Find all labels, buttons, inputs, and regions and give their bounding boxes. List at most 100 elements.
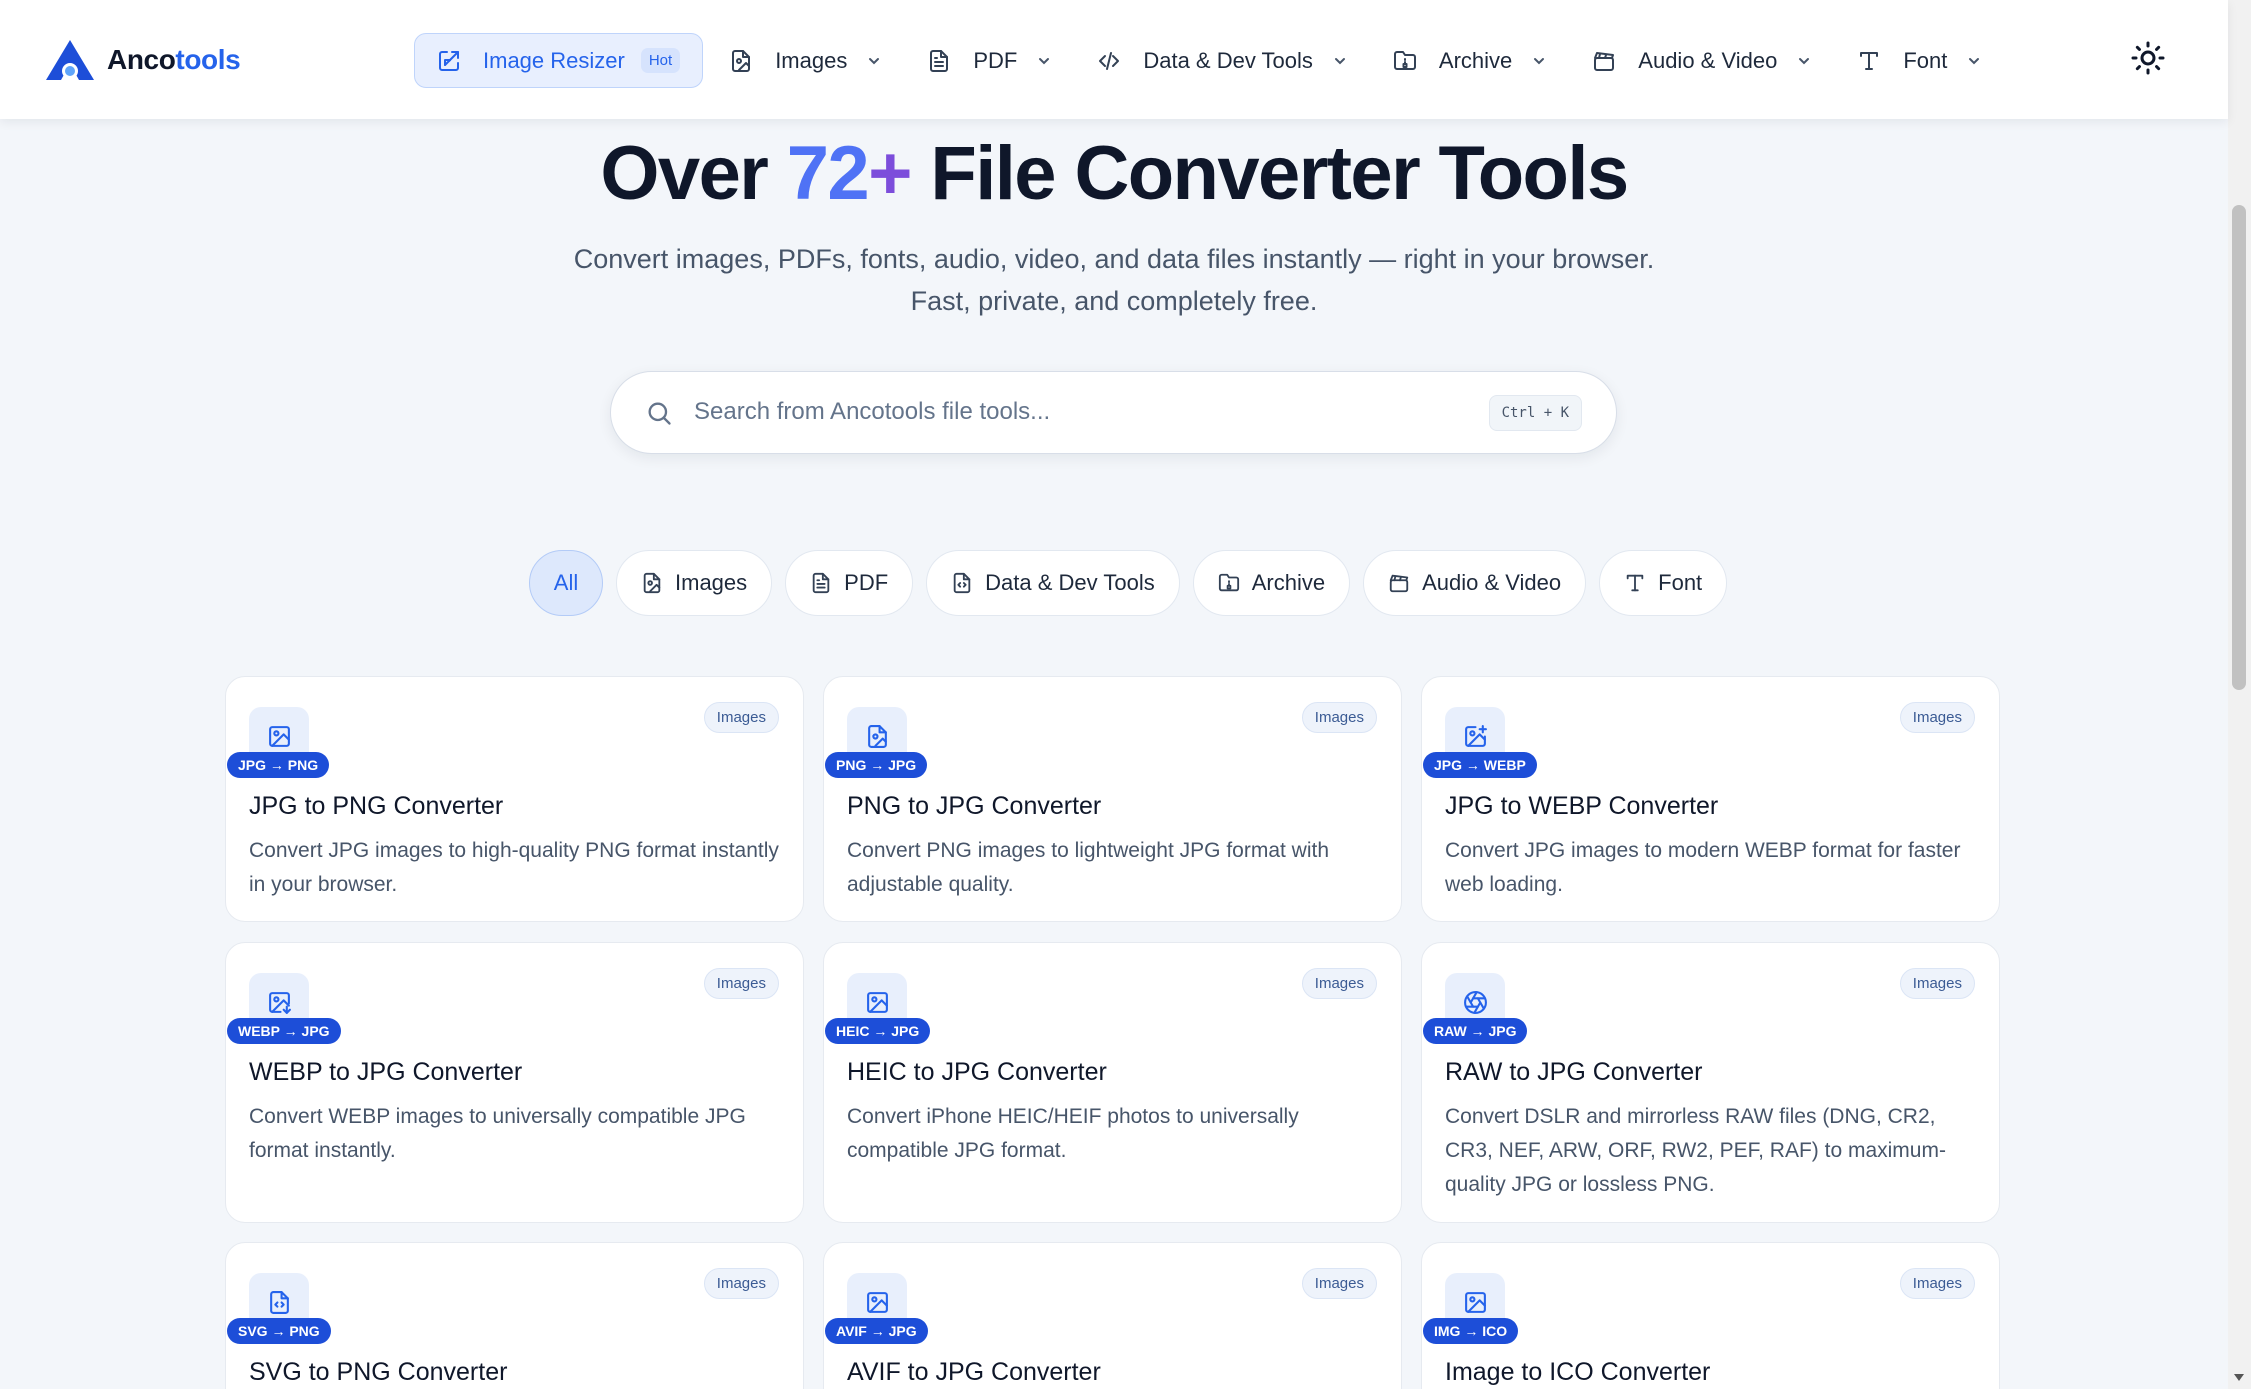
image-file-icon xyxy=(868,725,887,748)
category-tag: Images xyxy=(1899,968,1975,999)
tool-title: RAW to JPG Converter xyxy=(1445,1058,1703,1086)
tool-title: JPG to PNG Converter xyxy=(249,792,504,820)
tool-title: SVG to PNG Converter xyxy=(249,1358,508,1386)
page-title: Over 72+ File Converter Tools xyxy=(600,131,1629,216)
resize-icon xyxy=(439,50,459,71)
nav-font[interactable]: Font xyxy=(1837,33,2001,88)
tool-title: AVIF to JPG Converter xyxy=(847,1358,1101,1386)
category-tag: Images xyxy=(1899,702,1975,733)
image-icon xyxy=(867,1292,888,1313)
data-file-icon xyxy=(953,572,971,594)
clapperboard-icon xyxy=(1389,574,1409,593)
image-icon xyxy=(867,992,888,1013)
tool-title: PNG to JPG Converter xyxy=(847,792,1102,820)
ancotools-logo-icon xyxy=(46,40,94,80)
hot-badge: Hot xyxy=(640,48,681,73)
chevron-down-icon xyxy=(869,57,880,64)
category-tag: Images xyxy=(1899,1268,1975,1299)
image-file-icon xyxy=(643,572,661,594)
nav-data-dev-tools[interactable]: Data & Dev Tools xyxy=(1077,33,1367,88)
archive-folder-icon xyxy=(1393,50,1416,70)
code-icon xyxy=(1099,51,1120,70)
sun-icon[interactable] xyxy=(2130,40,2166,76)
conversion-badge: HEIC → JPG xyxy=(825,1018,931,1044)
chevron-down-icon xyxy=(1799,57,1810,64)
tool-description: Convert JPG images to high-quality PNG f… xyxy=(249,839,779,896)
chevron-down-icon xyxy=(1039,57,1050,64)
tool-description: Convert iPhone HEIC/HEIF photos to unive… xyxy=(847,1105,1299,1162)
image-icon xyxy=(269,726,290,747)
filter-audio-video[interactable]: Audio & Video xyxy=(1363,550,1587,616)
conversion-badge: JPG → WEBP xyxy=(1423,752,1537,778)
nav-image-resizer[interactable]: Image Resizer Hot xyxy=(414,33,704,88)
chevron-down-icon xyxy=(1334,57,1345,64)
tool-description: Convert DSLR and mirrorless RAW files (D… xyxy=(1445,1105,1946,1196)
category-tag: Images xyxy=(703,968,779,999)
category-tag: Images xyxy=(703,1268,779,1299)
tool-card-heic-to-jpg[interactable]: Images HEIC → JPG HEIC to JPG Converter … xyxy=(823,942,1402,1223)
conversion-badge: IMG → ICO xyxy=(1423,1318,1519,1344)
conversion-badge: SVG → PNG xyxy=(227,1318,331,1344)
aperture-icon xyxy=(1464,991,1487,1014)
clapperboard-icon xyxy=(1594,51,1615,71)
nav-pdf[interactable]: PDF xyxy=(907,33,1071,88)
type-icon xyxy=(1860,51,1879,70)
nav-label: Images xyxy=(775,47,848,73)
conversion-badge: PNG → JPG xyxy=(825,752,928,778)
page-subtitle: Convert images, PDFs, fonts, audio, vide… xyxy=(573,244,1655,316)
filter-data-dev-tools[interactable]: Data & Dev Tools xyxy=(926,550,1180,616)
tool-card-webp-to-jpg[interactable]: Images WEBP → JPG WEBP to JPG Converter … xyxy=(225,942,804,1223)
keyboard-shortcut-hint: Ctrl + K xyxy=(1488,395,1582,431)
code-file-icon xyxy=(270,1291,289,1314)
conversion-badge: WEBP → JPG xyxy=(227,1018,341,1044)
scrollbar-thumb[interactable] xyxy=(2232,205,2246,690)
chevron-down-icon xyxy=(1534,57,1545,64)
nav-label: PDF xyxy=(973,47,1018,73)
brand-name: Ancotools xyxy=(107,44,241,75)
nav-images[interactable]: Images xyxy=(709,33,901,88)
filter-all[interactable]: All xyxy=(529,550,603,616)
tool-description: Convert JPG images to modern WEBP format… xyxy=(1445,839,1961,896)
scroll-down-arrow-icon[interactable] xyxy=(2232,1370,2246,1384)
filter-archive[interactable]: Archive xyxy=(1192,550,1351,616)
nav-label: Image Resizer xyxy=(483,47,625,73)
nav-label: Font xyxy=(1903,47,1948,73)
tool-card-png-to-jpg[interactable]: Images PNG → JPG PNG to JPG Converter Co… xyxy=(823,676,1402,922)
image-down-icon xyxy=(269,992,291,1014)
tool-title: JPG to WEBP Converter xyxy=(1445,792,1719,820)
tool-title: HEIC to JPG Converter xyxy=(847,1058,1107,1086)
nav-archive[interactable]: Archive xyxy=(1373,33,1566,88)
category-tag: Images xyxy=(1301,968,1377,999)
filter-pdf[interactable]: PDF xyxy=(785,550,914,616)
search-input[interactable]: Search from Ancotools file tools... Ctrl… xyxy=(610,371,1617,454)
top-navbar: Ancotools Image Resizer Hot Images PDF D… xyxy=(0,0,2228,119)
tool-title: Image to ICO Converter xyxy=(1445,1358,1711,1386)
category-filters: All Images PDF Data & Dev Tools Archive … xyxy=(529,550,1740,616)
filter-font[interactable]: Font xyxy=(1599,550,1728,616)
tool-card-raw-to-jpg[interactable]: Images RAW → JPG RAW to JPG Converter Co… xyxy=(1421,942,2000,1223)
tool-card-jpg-to-webp[interactable]: Images JPG → WEBP JPG to WEBP Converter … xyxy=(1421,676,2000,922)
archive-folder-icon xyxy=(1218,573,1239,592)
nav-label: Archive xyxy=(1438,47,1513,73)
type-icon xyxy=(1626,574,1644,592)
tool-card-jpg-to-png[interactable]: Images JPG → PNG JPG to PNG Converter Co… xyxy=(225,676,804,922)
tool-card-image-to-ico[interactable]: Images IMG → ICO Image to ICO Converter xyxy=(1421,1242,2000,1389)
search-placeholder: Search from Ancotools file tools... xyxy=(694,398,1051,425)
brand-logo[interactable]: Ancotools xyxy=(44,38,241,82)
main-nav: Image Resizer Hot Images PDF Data & Dev … xyxy=(414,33,2007,88)
filter-images[interactable]: Images xyxy=(616,550,773,616)
tool-card-svg-to-png[interactable]: Images SVG → PNG SVG to PNG Converter xyxy=(225,1242,804,1389)
tool-description: Convert PNG images to lightweight JPG fo… xyxy=(847,839,1330,896)
tool-title: WEBP to JPG Converter xyxy=(249,1058,523,1086)
pdf-file-icon xyxy=(812,572,830,594)
nav-label: Audio & Video xyxy=(1638,47,1778,73)
tool-card-avif-to-jpg[interactable]: Images AVIF → JPG AVIF to JPG Converter xyxy=(823,1242,1402,1389)
conversion-badge: AVIF → JPG xyxy=(825,1318,928,1344)
nav-audio-video[interactable]: Audio & Video xyxy=(1572,33,1831,88)
image-icon xyxy=(1465,1292,1486,1313)
conversion-badge: RAW → JPG xyxy=(1423,1018,1528,1044)
image-file-icon xyxy=(732,49,751,72)
category-tag: Images xyxy=(1301,1268,1377,1299)
search-icon xyxy=(648,402,671,425)
category-tag: Images xyxy=(1301,702,1377,733)
